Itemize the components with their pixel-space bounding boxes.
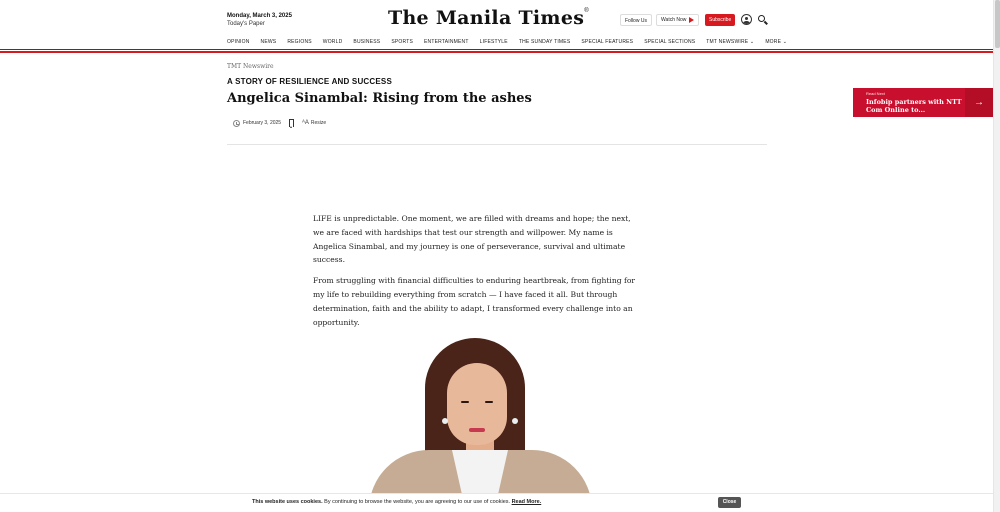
read-next-title[interactable]: Infobip partners with NTT Com Online to.… bbox=[866, 98, 966, 114]
cookie-close-button[interactable]: Close bbox=[718, 497, 741, 508]
photo-earring-right bbox=[512, 418, 518, 424]
article-section-label[interactable]: TMT Newswire bbox=[227, 63, 274, 70]
nav-item-lifestyle[interactable]: LIFESTYLE bbox=[480, 39, 508, 45]
watch-now-label: Watch Now bbox=[661, 17, 687, 23]
article-kicker: A STORY OF RESILIENCE AND SUCCESS bbox=[227, 77, 392, 86]
nav-item-more[interactable]: MORE bbox=[765, 39, 787, 45]
play-icon bbox=[689, 17, 695, 23]
resize-icon[interactable]: ᴬA bbox=[302, 120, 309, 126]
page-scrollbar[interactable] bbox=[993, 0, 1000, 512]
todays-paper-link[interactable]: Today's Paper bbox=[227, 20, 292, 29]
article-divider bbox=[227, 144, 767, 145]
resize-label[interactable]: Resize bbox=[311, 120, 326, 126]
photo-eye-left bbox=[461, 401, 469, 403]
nav-item-news[interactable]: NEWS bbox=[261, 39, 277, 45]
subscribe-button[interactable]: Subscribe bbox=[705, 14, 736, 26]
logo-registered-mark: ® bbox=[584, 8, 589, 14]
arrow-right-icon[interactable]: → bbox=[965, 88, 993, 117]
cookie-read-more-link[interactable]: Read More. bbox=[512, 499, 542, 505]
cookie-body-text: By continuing to browse the website, you… bbox=[322, 499, 512, 505]
nav-item-sports[interactable]: SPORTS bbox=[391, 39, 413, 45]
user-account-icon[interactable] bbox=[741, 14, 752, 25]
bookmark-icon[interactable] bbox=[289, 119, 295, 128]
nav-item-opinion[interactable]: OPINION bbox=[227, 39, 250, 45]
nav-item-special-features[interactable]: SPECIAL FEATURES bbox=[581, 39, 633, 45]
logo-text: The Manila Times bbox=[388, 7, 585, 29]
nav-item-tmt-newswire[interactable]: TMT NEWSWIRE bbox=[706, 39, 754, 45]
cookie-banner: This website uses cookies. By continuing… bbox=[0, 493, 993, 512]
photo-eye-right bbox=[485, 401, 493, 403]
scrollbar-thumb[interactable] bbox=[995, 0, 1000, 48]
article-meta: February 3, 2025 ᴬA Resize bbox=[233, 119, 326, 128]
clock-icon bbox=[233, 119, 240, 127]
main-nav: OPINION NEWS REGIONS WORLD BUSINESS SPOR… bbox=[227, 39, 798, 45]
nav-item-business[interactable]: BUSINESS bbox=[353, 39, 380, 45]
nav-item-special-sections[interactable]: SPECIAL SECTIONS bbox=[644, 39, 695, 45]
search-icon[interactable] bbox=[758, 15, 765, 22]
photo-earring-left bbox=[442, 418, 448, 424]
photo-face-shape bbox=[447, 363, 507, 445]
nav-item-entertainment[interactable]: ENTERTAINMENT bbox=[424, 39, 469, 45]
read-next-label: Read Next bbox=[866, 91, 885, 96]
watch-now-button[interactable]: Watch Now bbox=[656, 14, 700, 26]
site-logo[interactable]: The Manila Times® bbox=[388, 7, 589, 29]
read-next-card[interactable]: Read Next Infobip partners with NTT Com … bbox=[853, 88, 993, 117]
cookie-message: This website uses cookies. By continuing… bbox=[252, 499, 541, 505]
follow-us-button[interactable]: Follow Us bbox=[620, 14, 652, 26]
cookie-bold-text: This website uses cookies. bbox=[252, 499, 323, 505]
article-date: February 3, 2025 bbox=[243, 120, 282, 126]
article-headline: Angelica Sinambal: Rising from the ashes bbox=[227, 91, 532, 106]
header-date: Monday, March 3, 2025 bbox=[227, 13, 292, 19]
nav-item-regions[interactable]: REGIONS bbox=[287, 39, 311, 45]
photo-lips bbox=[469, 428, 485, 432]
article-paragraph: From struggling with financial difficult… bbox=[313, 276, 636, 327]
header-divider-stripe bbox=[0, 49, 993, 53]
article-body: LIFE is unpredictable. One moment, we ar… bbox=[313, 212, 635, 336]
site-header: Monday, March 3, 2025 Today's Paper The … bbox=[0, 0, 993, 50]
date-block: Monday, March 3, 2025 Today's Paper bbox=[227, 12, 292, 29]
nav-item-sunday-times[interactable]: THE SUNDAY TIMES bbox=[519, 39, 571, 45]
article-paragraph: LIFE is unpredictable. One moment, we ar… bbox=[313, 214, 631, 265]
article-photo bbox=[369, 332, 592, 495]
nav-item-world[interactable]: WORLD bbox=[323, 39, 343, 45]
